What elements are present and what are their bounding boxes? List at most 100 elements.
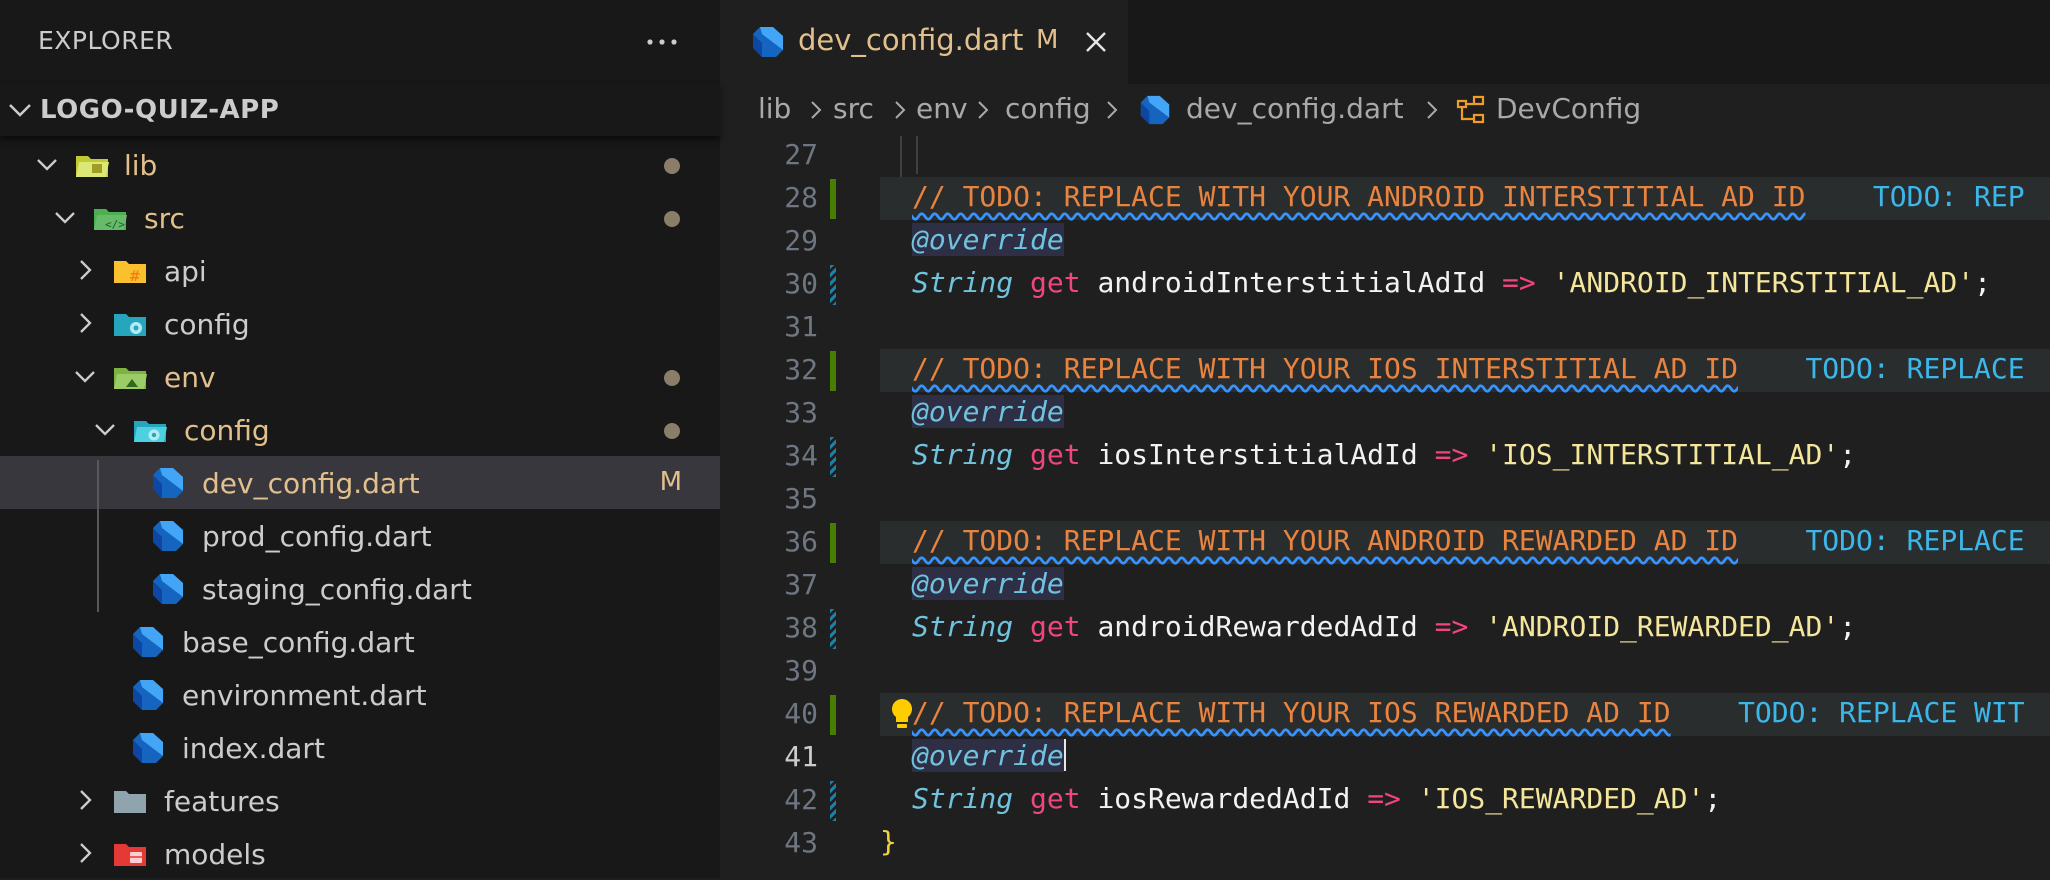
line-number: 27 xyxy=(784,138,818,171)
tree-item-index[interactable]: index.dart xyxy=(0,721,720,774)
tree-item-env-config[interactable]: config xyxy=(0,403,720,456)
comment: // TODO: REPLACE WITH YOUR ANDROID REWAR… xyxy=(912,524,1739,557)
tree-item-dev-config[interactable]: dev_config.dart M xyxy=(0,456,720,509)
line-number: 34 xyxy=(784,439,818,472)
operator: => xyxy=(1502,266,1536,299)
type: String xyxy=(912,610,1014,643)
tree-item-label: dev_config.dart xyxy=(202,467,420,500)
code-text: // TODO: REPLACE WITH YOUR IOS REWARDED … xyxy=(912,696,2025,729)
identifier: androidRewardedAdId xyxy=(1097,610,1418,643)
code-line-current: 41 @override xyxy=(720,736,2050,779)
code-text: @override xyxy=(912,223,1064,256)
breadcrumb-item[interactable]: dev_config.dart xyxy=(1186,92,1404,125)
dart-file-icon xyxy=(133,627,163,657)
punctuation: ; xyxy=(1974,266,1991,299)
code-line: 43 } xyxy=(720,822,2050,865)
folder-env-open-icon xyxy=(114,368,147,389)
keyword: get xyxy=(1030,266,1081,299)
git-added-marker xyxy=(830,179,836,219)
breadcrumb-item[interactable]: DevConfig xyxy=(1496,92,1641,125)
string-literal: 'IOS_REWARDED_AD' xyxy=(1417,782,1705,815)
code-text: String get androidRewardedAdId => 'ANDRO… xyxy=(912,610,1856,643)
breadcrumb-item[interactable]: src xyxy=(833,92,874,125)
project-root-row[interactable]: LOGO-QUIZ-APP xyxy=(0,84,720,136)
string-literal: 'ANDROID_INTERSTITIAL_AD' xyxy=(1552,266,1975,299)
tree-item-models[interactable]: models xyxy=(0,827,720,880)
annotation: @override xyxy=(912,223,1064,256)
type: String xyxy=(912,782,1014,815)
code-text: } xyxy=(880,825,897,858)
tree-item-label: environment.dart xyxy=(182,679,427,712)
code-text: // TODO: REPLACE WITH YOUR ANDROID INTER… xyxy=(912,180,2025,213)
annotation: @override xyxy=(912,739,1064,772)
git-modified-marker xyxy=(830,609,836,649)
tree-item-config[interactable]: config xyxy=(0,297,720,350)
code-editor[interactable]: 27 28 // TODO: REPLACE WITH YOUR ANDROID… xyxy=(720,136,2050,878)
folder-models-icon xyxy=(114,844,146,866)
tree-item-staging-config[interactable]: staging_config.dart xyxy=(0,562,720,615)
code-line: 32 // TODO: REPLACE WITH YOUR IOS INTERS… xyxy=(720,349,2050,392)
line-number: 31 xyxy=(784,310,818,343)
git-modified-marker xyxy=(830,781,836,821)
explorer-sidebar: EXPLORER LOGO-QUIZ-APP lib </> src # api xyxy=(0,0,720,878)
modified-dot xyxy=(664,370,680,386)
type: String xyxy=(912,438,1014,471)
breadcrumb-item[interactable]: lib xyxy=(758,92,791,125)
svg-text:#: # xyxy=(129,269,141,285)
tree-item-label: config xyxy=(164,308,250,341)
tree-item-prod-config[interactable]: prod_config.dart xyxy=(0,509,720,562)
type: String xyxy=(912,266,1014,299)
code-line: 38 String get androidRewardedAdId => 'AN… xyxy=(720,607,2050,650)
modified-badge: M xyxy=(659,467,682,497)
tree-item-label: staging_config.dart xyxy=(202,573,472,606)
keyword: get xyxy=(1030,438,1081,471)
breadcrumb-item[interactable]: config xyxy=(1005,92,1091,125)
folder-src-open-icon: </> xyxy=(94,209,127,231)
folder-config-open-icon xyxy=(134,421,167,442)
string-literal: 'ANDROID_REWARDED_AD' xyxy=(1485,610,1840,643)
code-text: // TODO: REPLACE WITH YOUR ANDROID REWAR… xyxy=(912,524,2025,557)
code-line: 27 xyxy=(720,136,2050,177)
code-line: 30 String get androidInterstitialAdId =>… xyxy=(720,263,2050,306)
tree-item-src[interactable]: </> src xyxy=(0,191,720,244)
code-line: 28 // TODO: REPLACE WITH YOUR ANDROID IN… xyxy=(720,177,2050,220)
code-text: String get iosRewardedAdId => 'IOS_REWAR… xyxy=(912,782,1721,815)
chevron-right-icon xyxy=(1107,101,1118,119)
tree-item-base-config[interactable]: base_config.dart xyxy=(0,615,720,668)
tree-item-label: base_config.dart xyxy=(182,626,415,659)
git-modified-marker xyxy=(830,437,836,477)
chevron-down-icon xyxy=(9,104,31,117)
line-number: 36 xyxy=(784,525,818,558)
indent-guide xyxy=(916,136,918,174)
git-added-marker xyxy=(830,523,836,563)
tree-item-api[interactable]: # api xyxy=(0,244,720,297)
comment: // TODO: REPLACE WITH YOUR ANDROID INTER… xyxy=(912,180,1806,213)
project-name: LOGO-QUIZ-APP xyxy=(40,95,280,125)
chevron-right-icon xyxy=(811,101,822,119)
tree-item-env[interactable]: env xyxy=(0,350,720,403)
tree-item-label: config xyxy=(184,414,270,447)
more-actions-icon[interactable] xyxy=(642,22,682,62)
breadcrumb-item[interactable]: env xyxy=(916,92,968,125)
chevron-right-icon xyxy=(80,790,92,810)
closing-brace: } xyxy=(880,825,897,858)
dart-file-icon xyxy=(133,733,163,763)
tree-item-label: models xyxy=(164,838,266,871)
identifier: iosRewardedAdId xyxy=(1097,782,1351,815)
code-line: 34 String get iosInterstitialAdId => 'IO… xyxy=(720,435,2050,478)
close-icon[interactable] xyxy=(1082,28,1110,56)
tab-dev-config[interactable]: dev_config.dart M xyxy=(720,0,1128,84)
tree-item-features[interactable]: features xyxy=(0,774,720,827)
line-number: 40 xyxy=(784,697,818,730)
dart-file-icon xyxy=(153,468,183,498)
code-line: 42 String get iosRewardedAdId => 'IOS_RE… xyxy=(720,779,2050,822)
tree-item-environment[interactable]: environment.dart xyxy=(0,668,720,721)
code-line: 35 xyxy=(720,478,2050,521)
editor: dev_config.dart M lib src env config dev… xyxy=(720,0,2050,878)
tree-item-label: api xyxy=(164,255,207,288)
breadcrumb: lib src env config dev_config.dart DevCo… xyxy=(720,84,2050,136)
todo-hint: TODO: REPLACE xyxy=(1805,524,2025,557)
todo-hint: TODO: REP xyxy=(1872,180,2025,213)
operator: => xyxy=(1434,610,1469,643)
tree-item-lib[interactable]: lib xyxy=(0,138,720,191)
